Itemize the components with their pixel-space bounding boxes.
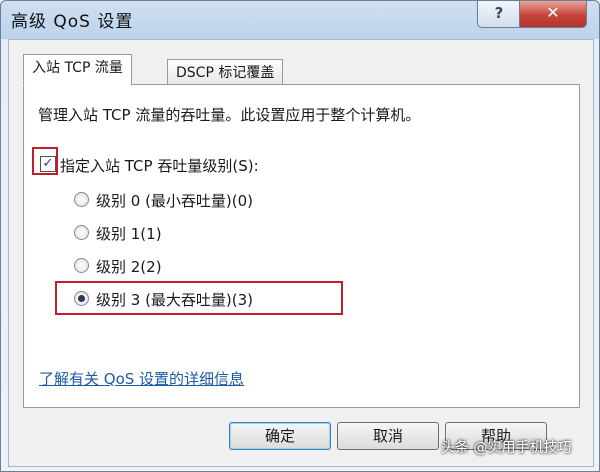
radio-label: 级别 2(2) (96, 258, 162, 276)
highlight-box-level-3 (55, 281, 343, 315)
radio-label: 级别 1(1) (96, 225, 162, 243)
close-button[interactable]: ✕ (519, 1, 587, 28)
throughput-checkbox-label: 指定入站 TCP 吞吐量级别(S): (60, 157, 259, 175)
dialog-client: 入站 TCP 流量 DSCP 标记覆盖 管理入站 TCP 流量的吞吐量。此设置应… (8, 39, 594, 467)
radio-button[interactable] (74, 225, 89, 240)
help-title-button[interactable]: ? (477, 1, 521, 28)
highlight-box-checkbox (32, 147, 58, 175)
window-title: 高级 QoS 设置 (11, 12, 134, 32)
tab-inbound-tcp[interactable]: 入站 TCP 流量 (23, 54, 132, 86)
dialog-window: 高级 QoS 设置 ? ✕ 入站 TCP 流量 DSCP 标记覆盖 管理入站 T… (0, 0, 600, 472)
qos-details-link[interactable]: 了解有关 QoS 设置的详细信息 (39, 368, 244, 389)
ok-button[interactable]: 确定 (229, 422, 331, 450)
radio-button[interactable] (74, 258, 89, 273)
description-text: 管理入站 TCP 流量的吞吐量。此设置应用于整个计算机。 (38, 106, 421, 124)
watermark-text: 头条 @实用手机技巧 (441, 440, 572, 456)
radio-button[interactable] (74, 192, 89, 207)
tab-panel: 管理入站 TCP 流量的吞吐量。此设置应用于整个计算机。 ✓ 指定入站 TCP … (23, 84, 580, 408)
radio-label: 级别 0 (最小吞吐量)(0) (96, 192, 254, 210)
cancel-button[interactable]: 取消 (337, 422, 439, 450)
tab-dscp-override[interactable]: DSCP 标记覆盖 (167, 59, 284, 86)
title-bar[interactable]: 高级 QoS 设置 ? ✕ (1, 1, 599, 39)
